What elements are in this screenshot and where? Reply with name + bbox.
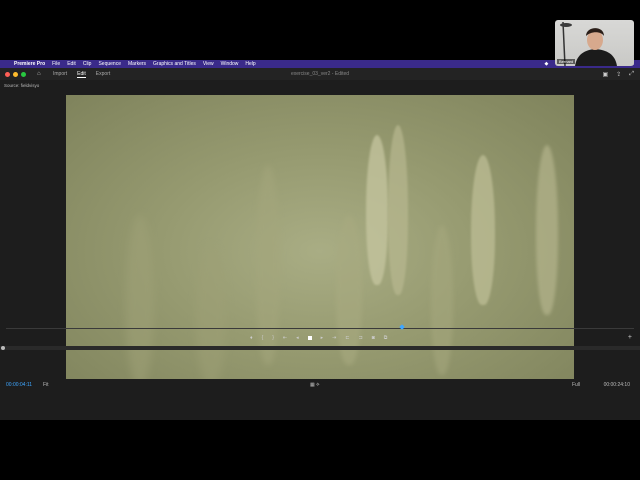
insert-icon[interactable]: ⊏ [345,335,349,341]
duration-timecode: 00:00:24:10 [603,382,630,388]
menu-app-name[interactable]: Premiere Pro [14,61,45,67]
tab-import[interactable]: Import [53,71,67,77]
go-to-out-icon[interactable]: ⇥ [332,335,336,341]
mark-in-icon[interactable]: { [262,335,264,341]
zoom-fit-select[interactable]: Fit [43,382,49,388]
minimize-window-icon[interactable] [13,71,18,77]
step-forward-icon[interactable]: ▸ [321,335,324,341]
menu-markers[interactable]: Markers [128,61,146,67]
tab-export[interactable]: Export [96,71,110,77]
menu-help[interactable]: Help [245,61,255,67]
overwrite-icon[interactable]: ⊐ [359,335,363,341]
source-panel-tab[interactable]: Source: fieldvisyo [4,83,39,88]
transport-controls: ♦ { } ⇤ ◂ ▸ ⇥ ⊏ ⊐ ◙ ⧉ [250,334,396,342]
current-timecode[interactable]: 00:00:04:11 [6,382,32,388]
compare-icon[interactable]: ⧉ [384,335,388,341]
menu-file[interactable]: File [52,61,60,67]
mark-out-icon[interactable]: } [272,335,274,341]
monitor-settings-icon[interactable]: ▦ ⟡ [310,382,319,388]
time-ruler[interactable] [6,324,634,330]
workspaces-icon[interactable]: ▣ [602,71,608,78]
menu-window[interactable]: Window [221,61,239,67]
macos-menubar: Premiere Pro File Edit Clip Sequence Mar… [0,60,640,68]
title-bar: ⌂ Import Edit Export exercise_03_ver2 - … [0,68,640,80]
step-back-icon[interactable]: ◂ [296,335,299,341]
zoom-scrollbar[interactable] [0,346,640,350]
premiere-window: ⌂ Import Edit Export exercise_03_ver2 - … [0,68,640,420]
window-controls [5,71,29,77]
add-marker-icon[interactable]: ♦ [250,335,253,341]
wifi-icon[interactable]: ◆ [545,61,549,67]
menu-graphics-titles[interactable]: Graphics and Titles [153,61,196,67]
menu-clip[interactable]: Clip [83,61,92,67]
share-icon[interactable]: ⇪ [616,71,621,78]
go-to-in-icon[interactable]: ⇤ [283,335,287,341]
zoom-window-icon[interactable] [21,71,26,77]
stop-icon[interactable] [307,336,312,340]
webcam-overlay: Bernard [555,20,634,66]
resolution-select[interactable]: Full [572,382,580,388]
monitor-timebar: 00:00:04:11 Fit ▦ ⟡ Full 00:00:24:10 [0,381,640,389]
menu-edit[interactable]: Edit [67,61,76,67]
scroll-handle[interactable] [1,346,5,350]
button-editor-plus-icon[interactable]: + [628,334,632,341]
menu-sequence[interactable]: Sequence [98,61,121,67]
close-window-icon[interactable] [5,71,10,77]
playhead[interactable] [398,324,405,330]
fullscreen-icon[interactable]: ⤢ [629,71,634,78]
workspace-icons: ▣ ⇪ ⤢ [594,71,634,78]
tab-edit[interactable]: Edit [77,71,86,78]
export-frame-icon[interactable]: ◙ [372,335,375,341]
menu-view[interactable]: View [203,61,214,67]
webcam-name-label: Bernard [557,59,576,64]
home-icon[interactable]: ⌂ [37,71,43,77]
